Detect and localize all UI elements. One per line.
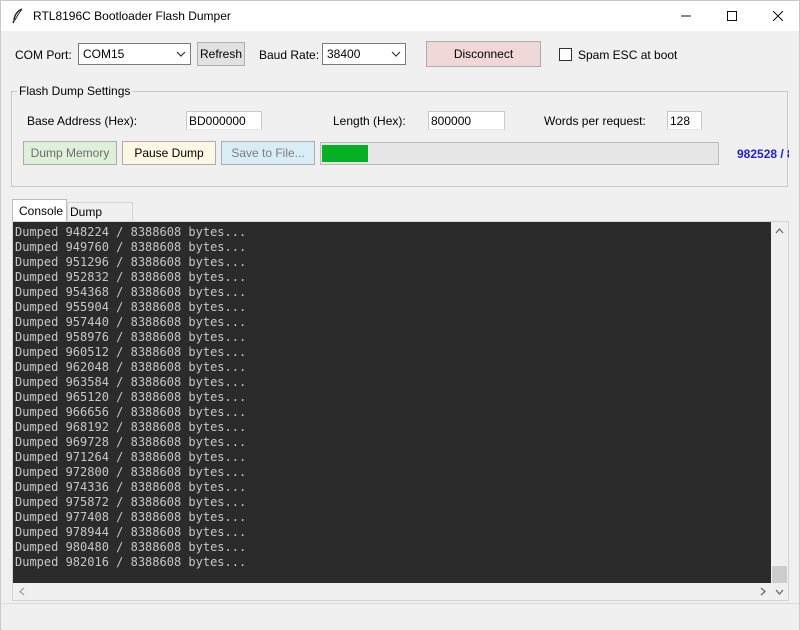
scroll-up-icon[interactable]	[771, 222, 788, 239]
chevron-down-icon	[175, 48, 187, 60]
group-title: Flash Dump Settings	[17, 84, 133, 98]
com-port-select[interactable]: COM15	[78, 43, 191, 65]
console-vertical-scrollbar[interactable]	[771, 222, 788, 583]
baud-rate-label: Baud Rate:	[259, 48, 320, 62]
close-icon	[772, 8, 784, 24]
title-bar[interactable]: RTL8196C Bootloader Flash Dumper	[1, 1, 799, 31]
progress-text: 982528 / 8	[737, 147, 789, 161]
base-address-label: Base Address (Hex):	[27, 114, 138, 128]
com-port-value: COM15	[83, 47, 125, 61]
maximize-button[interactable]	[709, 1, 755, 31]
scroll-thumb[interactable]	[772, 566, 787, 583]
disconnect-button[interactable]: Disconnect	[426, 41, 541, 67]
close-button[interactable]	[755, 1, 800, 31]
spam-esc-checkbox[interactable]	[559, 48, 572, 61]
words-per-request-input[interactable]: 128	[667, 111, 702, 130]
base-address-input[interactable]: BD000000	[186, 111, 262, 130]
com-port-label: COM Port:	[15, 48, 72, 62]
flash-dump-settings-group	[11, 91, 788, 187]
window-title: RTL8196C Bootloader Flash Dumper	[33, 9, 231, 23]
console-text: Dumped 948224 / 8388608 bytes... Dumped …	[15, 225, 247, 569]
console-horizontal-scrollbar[interactable]	[13, 583, 788, 600]
refresh-button[interactable]: Refresh	[197, 42, 245, 66]
minimize-icon	[681, 8, 691, 24]
dump-memory-button[interactable]: Dump Memory	[23, 141, 117, 165]
progress-fill	[322, 145, 368, 162]
scroll-down-icon[interactable]	[771, 583, 788, 600]
console-output[interactable]: Dumped 948224 / 8388608 bytes... Dumped …	[13, 222, 771, 583]
baud-rate-select[interactable]: 38400	[322, 43, 406, 65]
status-bar	[2, 603, 799, 630]
minimize-button[interactable]	[663, 1, 709, 31]
tab-console[interactable]: Console	[12, 199, 67, 222]
length-label: Length (Hex):	[333, 114, 406, 128]
tab-dump-view[interactable]: Dump View	[67, 202, 133, 233]
save-to-file-button[interactable]: Save to File...	[221, 141, 315, 165]
pause-dump-button[interactable]: Pause Dump	[122, 141, 216, 165]
baud-rate-value: 38400	[327, 47, 361, 61]
chevron-down-icon	[390, 48, 402, 60]
feather-icon	[11, 8, 25, 24]
scroll-left-icon[interactable]	[13, 583, 30, 600]
maximize-icon	[727, 8, 737, 24]
app-window: RTL8196C Bootloader Flash Dumper COM Por…	[0, 0, 800, 630]
scroll-right-icon[interactable]	[754, 583, 771, 600]
spam-esc-label: Spam ESC at boot	[578, 48, 678, 62]
length-input[interactable]: 800000	[428, 111, 505, 130]
dump-progress-bar	[320, 142, 719, 165]
words-per-request-label: Words per request:	[544, 114, 646, 128]
